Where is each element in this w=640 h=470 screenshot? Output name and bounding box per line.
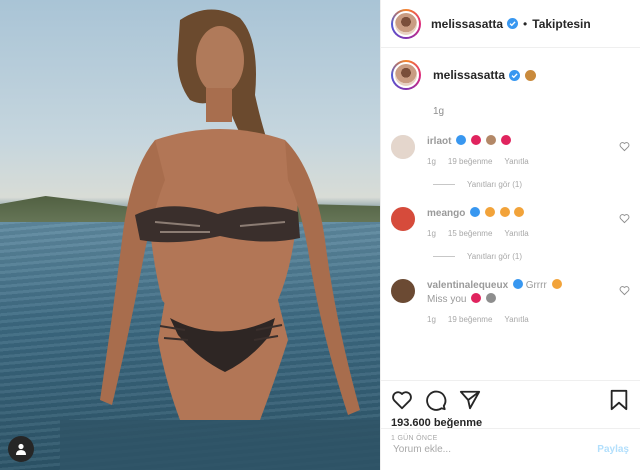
comment-input[interactable] bbox=[393, 444, 598, 455]
caption-username[interactable]: melissasatta bbox=[433, 68, 505, 82]
comment-text: meango bbox=[427, 207, 630, 221]
comment-text: irlaot bbox=[427, 135, 630, 149]
comment-time: 1g bbox=[427, 229, 436, 238]
action-icons bbox=[391, 389, 630, 411]
verified-badge-icon bbox=[509, 69, 521, 81]
comment-text-line2: Miss you bbox=[427, 293, 630, 307]
view-replies-button[interactable]: Yanıtları gör (1) bbox=[433, 252, 630, 261]
reply-button[interactable]: Yanıtla bbox=[504, 157, 528, 166]
comment-time: 1g bbox=[427, 157, 436, 166]
comment-username[interactable]: irlaot bbox=[427, 136, 451, 147]
comment-username[interactable]: meango bbox=[427, 208, 465, 219]
comment-avatar[interactable] bbox=[391, 279, 415, 303]
comment-meta: 1g 19 beğenme Yanıtla bbox=[427, 315, 630, 324]
author-username[interactable]: melissasatta bbox=[431, 17, 503, 31]
comment-item: meango 1g 15 beğenme Yanıtla bbox=[391, 207, 630, 238]
heart-icon[interactable] bbox=[391, 389, 413, 411]
heart-emoji-icon bbox=[471, 135, 482, 145]
reply-button[interactable]: Yanıtla bbox=[504, 229, 528, 238]
comment-icon[interactable] bbox=[425, 389, 447, 411]
heart-emoji-icon bbox=[500, 135, 511, 145]
comment-meta: 1g 15 beğenme Yanıtla bbox=[427, 229, 630, 238]
heart-emoji-icon bbox=[471, 293, 482, 303]
verified-badge-icon bbox=[470, 207, 481, 217]
comment-body: valentinalequeux Grrrr Miss you 1g 19 be… bbox=[427, 279, 630, 324]
view-replies-label: Yanıtları gör (1) bbox=[467, 252, 522, 261]
comment-item: irlaot 1g 19 beğenme Yanıtla bbox=[391, 135, 630, 166]
comment-like-heart-icon[interactable] bbox=[619, 213, 630, 224]
comment-message-2: Miss you bbox=[427, 294, 467, 305]
post-photo[interactable] bbox=[0, 0, 380, 470]
comment-time: 1g bbox=[427, 315, 436, 324]
comment-like-heart-icon[interactable] bbox=[619, 141, 630, 152]
post-side-panel: melissasatta • Takiptesin melissasatta 1… bbox=[380, 0, 640, 470]
comment-body: irlaot 1g 19 beğenme Yanıtla bbox=[427, 135, 630, 166]
comment-text: valentinalequeux Grrrr bbox=[427, 279, 630, 293]
add-comment-bar: Paylaş bbox=[381, 428, 640, 470]
comment-avatar[interactable] bbox=[391, 207, 415, 231]
comments-list: melissasatta 1g irlaot 1g 19 beğenme Yan… bbox=[381, 48, 640, 380]
face-emoji-icon bbox=[551, 279, 562, 289]
woman-in-bikini-figure bbox=[60, 0, 380, 470]
caption: melissasatta bbox=[391, 60, 630, 90]
instagram-post: melissasatta • Takiptesin melissasatta 1… bbox=[0, 0, 640, 470]
verified-badge-icon bbox=[512, 279, 523, 289]
face-emoji-icon bbox=[484, 207, 495, 217]
user-tag-button[interactable] bbox=[8, 436, 34, 462]
comment-body: meango 1g 15 beğenme Yanıtla bbox=[427, 207, 630, 238]
bookmark-icon[interactable] bbox=[608, 389, 630, 411]
follow-status-button[interactable]: Takiptesin bbox=[532, 17, 590, 31]
comment-likes[interactable]: 15 beğenme bbox=[448, 229, 492, 238]
post-comment-button[interactable]: Paylaş bbox=[597, 444, 629, 455]
comment-meta: 1g 19 beğenme Yanıtla bbox=[427, 157, 630, 166]
comment-message: Grrrr bbox=[525, 280, 547, 291]
emoji-icon bbox=[486, 293, 497, 303]
author-avatar[interactable] bbox=[391, 8, 421, 39]
share-icon[interactable] bbox=[459, 389, 481, 411]
view-replies-button[interactable]: Yanıtları gör (1) bbox=[433, 180, 630, 189]
face-emoji-icon bbox=[514, 207, 525, 217]
caption-time: 1g bbox=[433, 106, 445, 117]
caption-avatar[interactable] bbox=[391, 60, 421, 90]
comment-likes[interactable]: 19 beğenme bbox=[448, 315, 492, 324]
verified-badge-icon bbox=[507, 18, 519, 29]
comment-avatar[interactable] bbox=[391, 135, 415, 159]
reply-button[interactable]: Yanıtla bbox=[504, 315, 528, 324]
view-replies-label: Yanıtları gör (1) bbox=[467, 180, 522, 189]
user-tag-icon bbox=[16, 443, 26, 455]
caption-emoji-icon bbox=[525, 69, 537, 81]
verified-badge-icon bbox=[456, 135, 467, 145]
comment-likes[interactable]: 19 beğenme bbox=[448, 157, 492, 166]
face-emoji-icon bbox=[499, 207, 510, 217]
comment-username[interactable]: valentinalequeux bbox=[427, 280, 508, 291]
post-header: melissasatta • Takiptesin bbox=[381, 0, 640, 48]
comment-item: valentinalequeux Grrrr Miss you 1g 19 be… bbox=[391, 279, 630, 324]
face-emoji-icon bbox=[485, 135, 496, 145]
comment-like-heart-icon[interactable] bbox=[619, 285, 630, 296]
separator-dot: • bbox=[523, 16, 528, 31]
